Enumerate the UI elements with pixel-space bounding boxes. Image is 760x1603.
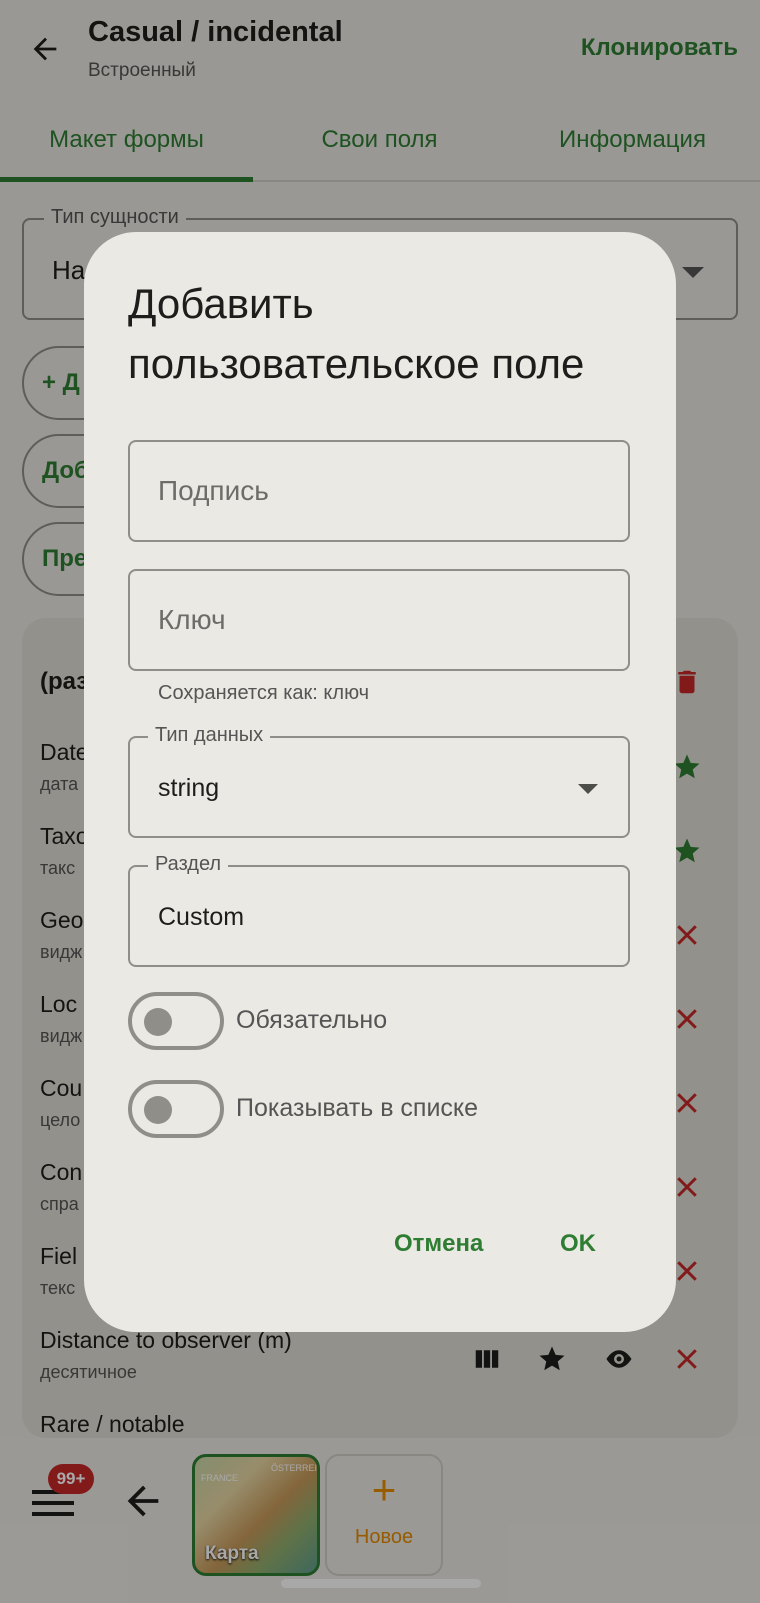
datatype-value: string bbox=[158, 774, 220, 802]
ok-button[interactable]: OK bbox=[560, 1230, 596, 1258]
caret-down-icon bbox=[578, 784, 598, 794]
section-value: Custom bbox=[158, 903, 245, 931]
caption-placeholder: Подпись bbox=[158, 475, 269, 506]
required-switch[interactable] bbox=[128, 992, 224, 1050]
switch-knob bbox=[144, 1008, 172, 1036]
cancel-button[interactable]: Отмена bbox=[394, 1230, 483, 1258]
datatype-legend: Тип данных bbox=[148, 724, 271, 747]
section-legend: Раздел bbox=[148, 853, 229, 876]
switch-knob bbox=[144, 1096, 172, 1124]
key-placeholder: Ключ bbox=[158, 604, 226, 635]
datatype-select[interactable]: string bbox=[128, 736, 630, 838]
add-custom-field-dialog: Добавить пользовательское поле Подпись К… bbox=[84, 232, 676, 1332]
dialog-title: Добавить пользовательское поле bbox=[128, 280, 585, 387]
show-in-list-switch[interactable] bbox=[128, 1080, 224, 1138]
key-helper-text: Сохраняется как: ключ bbox=[158, 682, 370, 704]
required-label: Обязательно bbox=[236, 1006, 388, 1034]
section-input[interactable]: Custom bbox=[128, 865, 630, 967]
key-input[interactable]: Ключ bbox=[128, 569, 630, 671]
show-in-list-label: Показывать в списке bbox=[236, 1094, 479, 1122]
caption-input[interactable]: Подпись bbox=[128, 440, 630, 542]
